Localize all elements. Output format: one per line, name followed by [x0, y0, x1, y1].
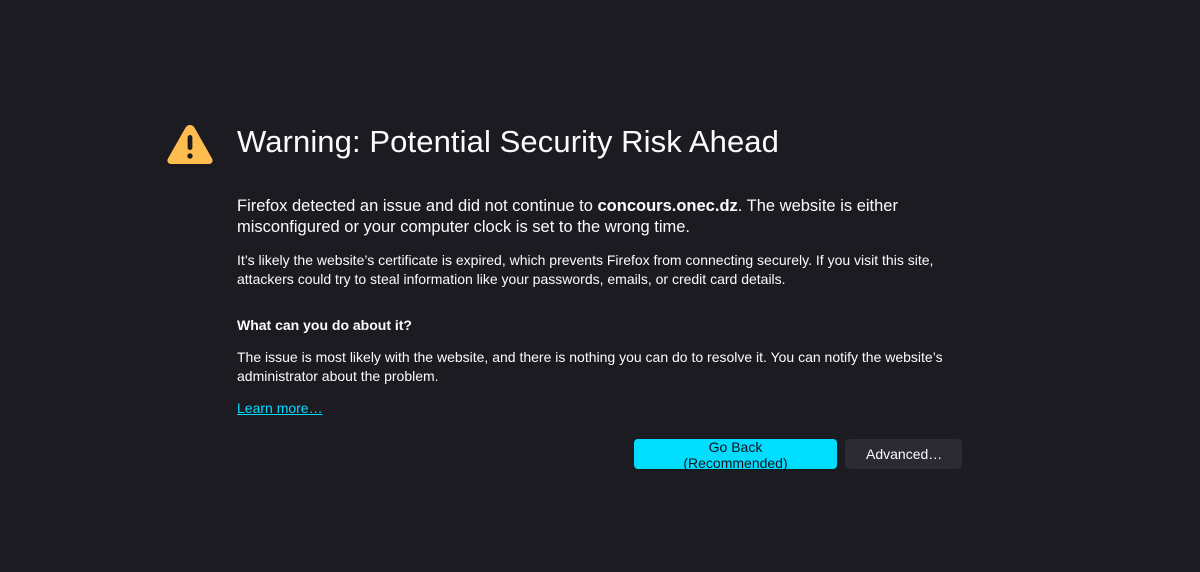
- page-title: Warning: Potential Security Risk Ahead: [237, 124, 779, 159]
- advanced-button[interactable]: Advanced…: [845, 439, 962, 469]
- go-back-button[interactable]: Go Back (Recommended): [634, 439, 837, 471]
- learn-more-link[interactable]: Learn more…: [237, 399, 323, 418]
- advice-text: The issue is most likely with the websit…: [237, 349, 943, 384]
- site-hostname: concours.onec.dz: [597, 197, 738, 215]
- intro-prefix: Firefox detected an issue and did not co…: [237, 197, 598, 215]
- error-content: Warning: Potential Security Risk Ahead F…: [237, 120, 963, 418]
- button-row: Go Back (Recommended) Advanced…: [634, 439, 962, 471]
- error-detail: It’s likely the website’s certificate is…: [237, 252, 934, 287]
- warning-icon: [167, 125, 213, 164]
- error-intro: Firefox detected an issue and did not co…: [237, 196, 963, 238]
- what-can-you-do-heading: What can you do about it?: [237, 317, 412, 333]
